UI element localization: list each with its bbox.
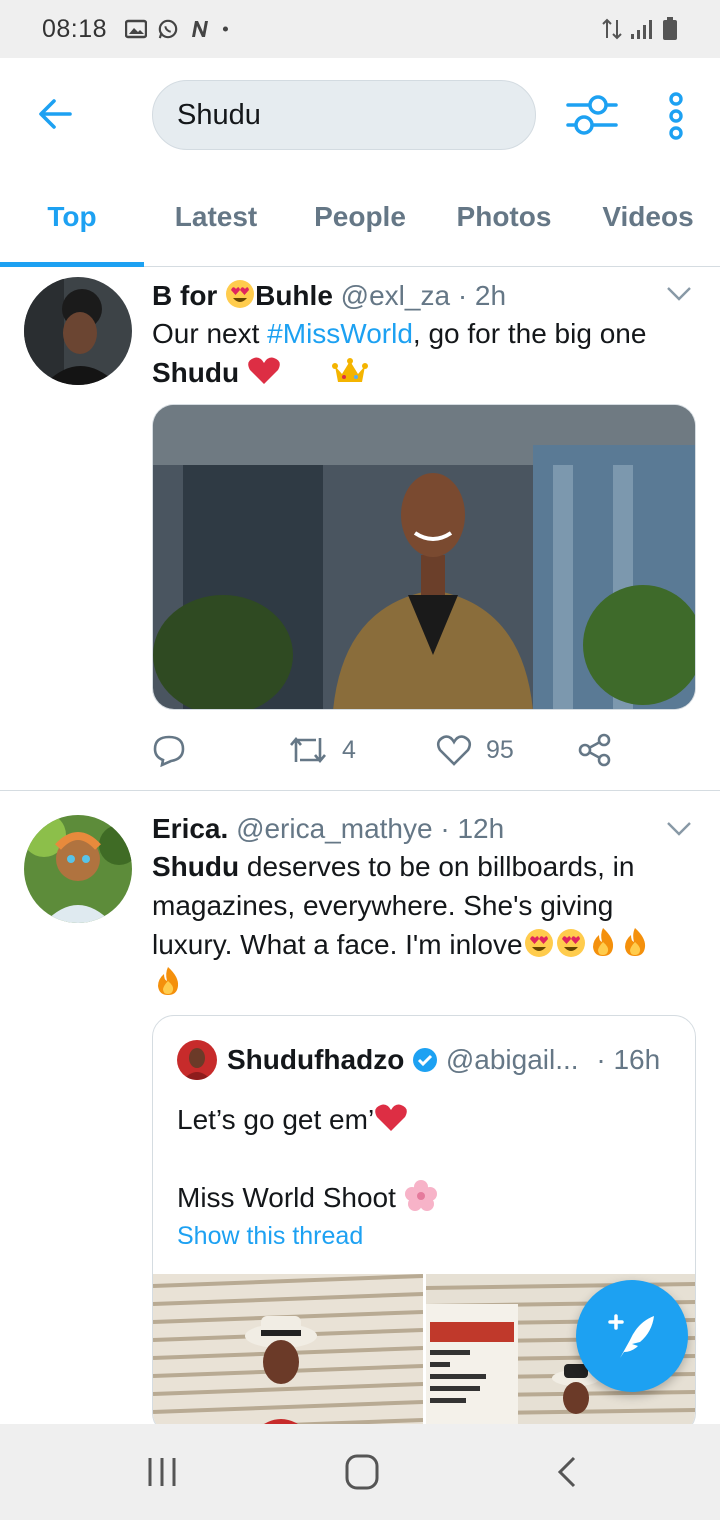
- gallery-icon: [125, 19, 148, 39]
- cherry-blossom-emoji-icon: [404, 1180, 437, 1211]
- fire-emoji-icon: [158, 967, 179, 995]
- quoted-handle: @abigail...: [445, 1044, 579, 1075]
- search-tabs: Top Latest People Photos Videos: [0, 168, 720, 267]
- heart-eyes-emoji-icon: [226, 280, 255, 308]
- quoted-text-line: Let’s go get em’: [177, 1104, 375, 1135]
- fire-emoji-icon: [592, 928, 613, 956]
- nav-back-icon[interactable]: [548, 1454, 588, 1490]
- compose-tweet-button[interactable]: [576, 1280, 688, 1392]
- notification-n-icon: [192, 21, 209, 37]
- tweet-text-part: Our next: [152, 318, 268, 349]
- show-thread-link[interactable]: Show this thread: [177, 1222, 363, 1251]
- home-icon[interactable]: [342, 1454, 382, 1490]
- tab-people[interactable]: People: [288, 168, 432, 266]
- tweet-handle: @erica_mathye: [236, 813, 433, 844]
- tweet-time: · 12h: [432, 813, 505, 844]
- chevron-down-icon[interactable]: [666, 821, 692, 837]
- system-nav-bar: [0, 1424, 720, 1520]
- more-vertical-icon[interactable]: [664, 92, 688, 140]
- tweet-header: B for Buhle @exl_za · 2h: [152, 278, 696, 314]
- verified-badge-icon: [413, 1048, 438, 1072]
- fire-emoji-icon: [624, 928, 645, 956]
- tab-top[interactable]: Top: [0, 168, 144, 267]
- battery-icon: [663, 17, 677, 40]
- red-heart-emoji-icon: [375, 1104, 407, 1131]
- tweet-bold-word: Shudu: [152, 851, 240, 882]
- avatar: [177, 1040, 217, 1080]
- quoted-tweet-header: Shudufhadzo @abigail... · 16h: [227, 1040, 660, 1080]
- filter-sliders-icon[interactable]: [566, 94, 618, 136]
- like-count: 95: [486, 735, 514, 764]
- heart-eyes-emoji-icon: [556, 929, 585, 957]
- tweet-text: Shudu deserves to be on billboards, in m…: [152, 847, 696, 1003]
- tweet-text-part: deserves to be on billboards, in: [239, 851, 635, 882]
- tweet-text: Our next #MissWorld, go for the big one …: [152, 314, 696, 392]
- back-arrow-icon[interactable]: [36, 94, 76, 134]
- tweet-photo[interactable]: [152, 404, 696, 710]
- tweet-author-name: Erica.: [152, 813, 229, 844]
- quoted-text-line: Miss World Shoot: [177, 1182, 396, 1213]
- crown-emoji-icon: [332, 358, 369, 382]
- search-input-value: Shudu: [177, 98, 261, 131]
- like-button[interactable]: 95: [436, 734, 514, 766]
- avatar[interactable]: [24, 815, 132, 923]
- recent-apps-icon[interactable]: [144, 1454, 184, 1490]
- whatsapp-icon: [158, 19, 178, 39]
- tweet-actions: 4 95: [152, 728, 652, 772]
- quoted-photo[interactable]: [153, 1274, 423, 1434]
- retweet-button[interactable]: 4: [288, 734, 356, 766]
- signal-icon: [631, 20, 652, 39]
- search-header: Shudu: [0, 58, 720, 168]
- heart-eyes-emoji-icon: [524, 929, 553, 957]
- red-heart-emoji-icon: [248, 357, 280, 384]
- avatar[interactable]: [24, 277, 132, 385]
- share-button[interactable]: [578, 733, 612, 767]
- status-bar: 08:18: [0, 0, 720, 58]
- heart-icon: [436, 735, 472, 766]
- quoted-author-name: Shudufhadzo: [227, 1044, 405, 1075]
- status-time: 08:18: [42, 14, 108, 43]
- tweet-handle: @exl_za: [340, 280, 451, 311]
- retweet-count: 4: [342, 735, 356, 764]
- tab-photos[interactable]: Photos: [432, 168, 576, 266]
- retweet-icon: [290, 736, 326, 764]
- quoted-text: Let’s go get em’ Miss World Shoot: [177, 1100, 438, 1217]
- data-arrows-icon: [602, 18, 622, 40]
- tweet-item[interactable]: B for Buhle @exl_za · 2h Our next #MissW…: [0, 268, 720, 790]
- compose-feather-icon: [608, 1314, 654, 1358]
- tweet-author-name: Buhle: [255, 280, 333, 311]
- tweet-author-prefix: B for: [152, 280, 226, 311]
- tweet-text-part: luxury. What a face. I'm inlove: [152, 929, 523, 960]
- hashtag-link[interactable]: #MissWorld: [267, 318, 413, 349]
- tweet-bold-word: Shudu: [152, 357, 240, 388]
- reply-button[interactable]: [152, 733, 186, 767]
- share-icon: [578, 733, 611, 767]
- tweet-text-part: , go for the big one: [412, 318, 647, 349]
- reply-icon: [153, 735, 185, 767]
- chevron-down-icon[interactable]: [666, 286, 692, 302]
- dot-icon: [222, 26, 229, 32]
- tab-latest[interactable]: Latest: [144, 168, 288, 266]
- tweet-text-part: magazines, everywhere. She's giving: [152, 890, 614, 921]
- tweet-time: · 2h: [450, 280, 507, 311]
- quoted-time: · 16h: [596, 1044, 661, 1075]
- search-input[interactable]: Shudu: [152, 80, 536, 150]
- tweet-header: Erica. @erica_mathye · 12h: [152, 811, 696, 847]
- tab-videos[interactable]: Videos: [576, 168, 720, 266]
